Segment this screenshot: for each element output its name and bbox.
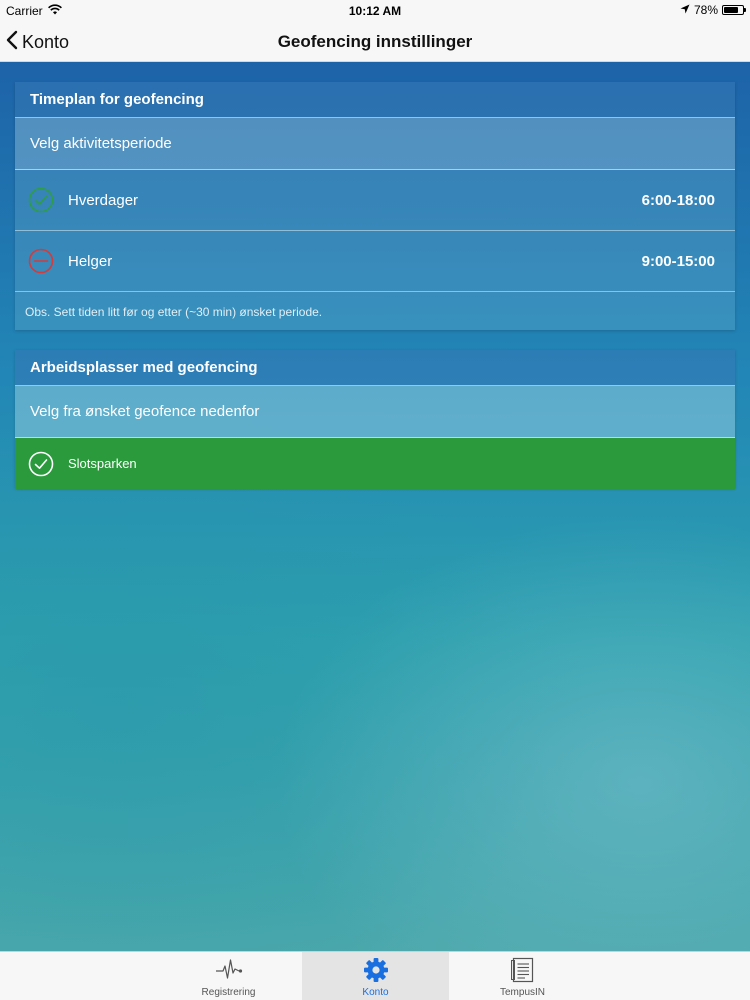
heartbeat-icon	[215, 957, 243, 983]
battery-percent: 78%	[693, 3, 718, 17]
page-title: Geofencing innstillinger	[277, 32, 473, 51]
workplaces-card-subheader: Velg fra ønsket geofence nedenfor	[15, 386, 735, 438]
schedule-card-header: Timeplan for geofencing	[15, 82, 735, 118]
location-arrow-icon	[680, 3, 690, 17]
status-right: 78%	[680, 3, 746, 17]
battery-fill	[724, 7, 739, 13]
status-bar: Carrier 10:12 AM 78%	[0, 0, 750, 22]
schedule-row-label: Helger	[68, 252, 113, 270]
schedule-card: Timeplan for geofencing Velg aktivitetsp…	[15, 82, 735, 330]
geofence-item-label: Slotsparken	[68, 456, 137, 471]
tab-bar: Registrering Konto TempusIN	[0, 951, 750, 1000]
schedule-note: Obs. Sett tiden litt før og etter (~30 m…	[25, 305, 323, 319]
workplaces-card-header: Arbeidsplasser med geofencing	[15, 350, 735, 386]
navigation-bar: Konto Geofencing innstillinger	[0, 22, 750, 62]
tab-label: Konto	[362, 987, 389, 998]
schedule-row-weekdays[interactable]: Hverdager 6:00-18:00	[15, 170, 735, 231]
main-content: Timeplan for geofencing Velg aktivitetsp…	[0, 62, 750, 951]
status-time: 10:12 AM	[348, 4, 402, 18]
schedule-row-label: Hverdager	[68, 191, 139, 209]
tab-tempusin[interactable]: TempusIN	[449, 952, 596, 1000]
battery-icon	[722, 5, 746, 15]
workplaces-card: Arbeidsplasser med geofencing Velg fra ø…	[15, 350, 735, 489]
document-icon	[509, 957, 537, 983]
tab-registrering[interactable]: Registrering	[155, 952, 302, 1000]
gear-icon	[362, 957, 390, 983]
tab-konto[interactable]: Konto	[302, 952, 449, 1000]
schedule-row-value: 9:00-15:00	[641, 252, 715, 270]
geofence-item-slotsparken[interactable]: Slotsparken	[15, 438, 735, 489]
schedule-row-value: 6:00-18:00	[641, 191, 715, 209]
schedule-row-weekend[interactable]: Helger 9:00-15:00	[15, 231, 735, 292]
check-circle-icon	[28, 451, 54, 477]
tab-label: Registrering	[201, 987, 256, 998]
check-circle-icon	[28, 187, 54, 213]
minus-circle-icon	[28, 248, 54, 274]
schedule-card-subheader: Velg aktivitetsperiode	[15, 118, 735, 170]
tab-label: TempusIN	[499, 987, 545, 998]
